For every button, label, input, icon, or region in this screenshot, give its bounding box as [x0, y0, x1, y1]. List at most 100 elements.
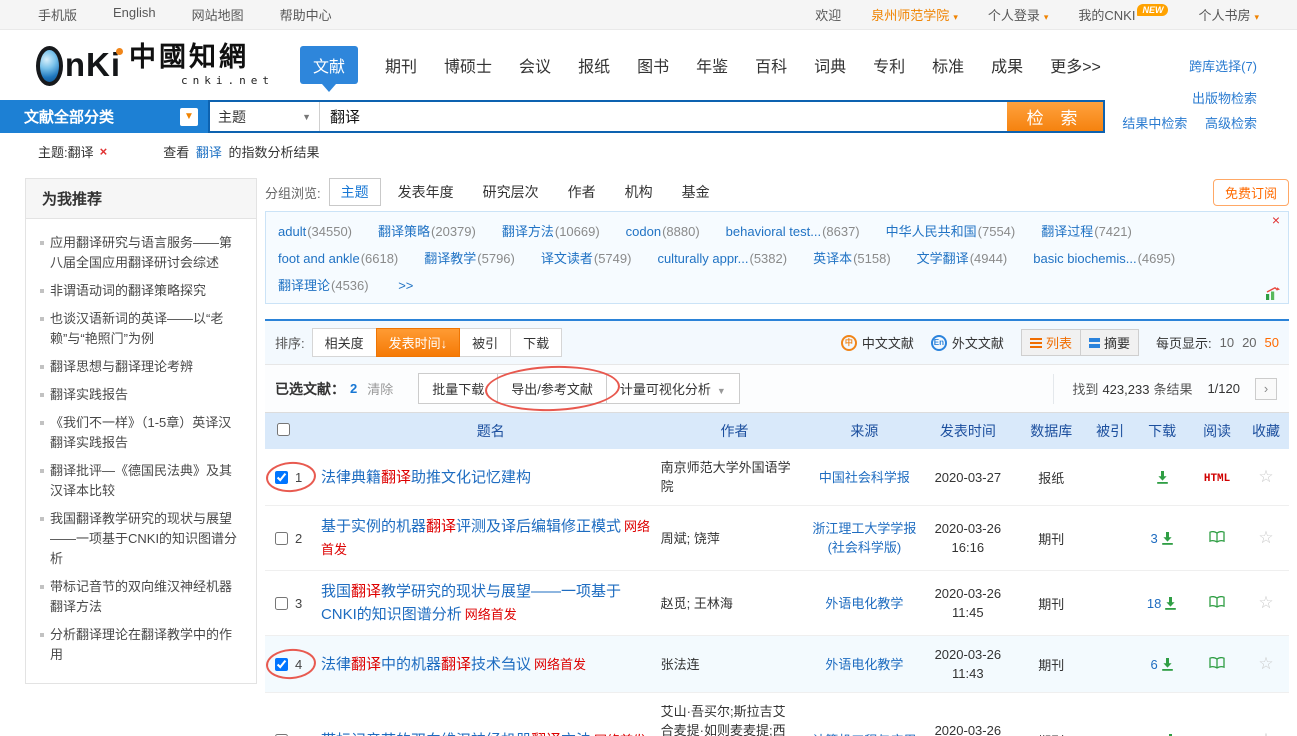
favorite-star-icon[interactable]: ☆: [1243, 593, 1289, 613]
free-subscribe-button[interactable]: 免费订阅: [1213, 179, 1289, 206]
topbar-link[interactable]: 网站地图: [192, 5, 244, 24]
topic-tag-link[interactable]: foot and ankle: [278, 251, 360, 266]
topic-tag[interactable]: basic biochemis...(4695): [1033, 245, 1175, 272]
per-page-option[interactable]: 50: [1265, 335, 1279, 350]
recommend-item[interactable]: 翻译思想与翻译理论考辨: [40, 353, 244, 381]
group-tab[interactable]: 主题: [329, 178, 381, 206]
sort-option[interactable]: 下载: [510, 328, 562, 357]
topic-tag[interactable]: 译文读者(5749): [541, 245, 632, 272]
topic-tag-link[interactable]: 翻译过程: [1041, 224, 1093, 239]
download-button[interactable]: [1161, 532, 1174, 545]
topbar-link[interactable]: English: [113, 5, 156, 24]
source-link[interactable]: 计算机工程与应用: [812, 733, 916, 736]
favorite-star-icon[interactable]: ☆: [1243, 730, 1289, 736]
login-menu[interactable]: 个人登录▾: [988, 5, 1049, 24]
advanced-search-link[interactable]: 高级检索: [1205, 116, 1257, 131]
clear-selection-button[interactable]: 清除: [367, 379, 393, 398]
nav-tab[interactable]: 期刊: [385, 53, 417, 77]
recommend-item[interactable]: 应用翻译研究与语言服务——第八届全国应用翻译研讨会综述: [40, 229, 244, 277]
topic-tag[interactable]: 文学翻译(4944): [917, 245, 1008, 272]
download-button[interactable]: [1156, 471, 1169, 484]
per-page-option[interactable]: 10: [1220, 335, 1234, 350]
group-tab[interactable]: 作者: [556, 178, 608, 206]
result-title-link[interactable]: 法律翻译中的机器翻译技术刍议: [321, 656, 531, 673]
nav-tab[interactable]: 百科: [755, 53, 787, 77]
list-view-button[interactable]: 列表: [1022, 330, 1081, 355]
select-all-checkbox[interactable]: [277, 423, 290, 436]
result-title-link[interactable]: 带标记音节的双向维汉神经机器翻译方法: [321, 732, 591, 736]
batch-download-button[interactable]: 批量下载: [418, 373, 498, 404]
recommend-item[interactable]: 翻译实践报告: [40, 381, 244, 409]
close-icon[interactable]: ×: [1272, 213, 1280, 227]
sort-option[interactable]: 相关度: [312, 328, 377, 357]
recommend-item[interactable]: 分析翻译理论在翻译教学中的作用: [40, 621, 244, 669]
read-online-button[interactable]: [1209, 657, 1225, 672]
topic-tag-link[interactable]: 翻译策略: [378, 224, 430, 239]
recommend-item[interactable]: 也谈汉语新词的英译——以“老赖”与“艳照门”为例: [40, 305, 244, 353]
sort-option[interactable]: 被引: [459, 328, 511, 357]
nav-tab[interactable]: 年鉴: [696, 53, 728, 77]
trend-chart-icon[interactable]: [1265, 286, 1281, 300]
recommend-item[interactable]: 我国翻译教学研究的现状与展望——一项基于CNKI的知识图谱分析: [40, 505, 244, 573]
search-input[interactable]: [320, 102, 1007, 131]
nav-tab[interactable]: 文献: [300, 46, 358, 84]
nav-tab[interactable]: 专利: [873, 53, 905, 77]
row-checkbox[interactable]: [275, 658, 288, 671]
index-analysis-link[interactable]: 翻译: [196, 145, 222, 160]
nav-tab[interactable]: 图书: [637, 53, 669, 77]
topic-tag[interactable]: foot and ankle(6618): [278, 245, 398, 272]
source-link[interactable]: 外语电化教学: [825, 657, 903, 672]
en-docs-toggle[interactable]: En外文文献: [931, 333, 1004, 352]
nav-tab[interactable]: 博硕士: [444, 53, 492, 77]
topic-tag-link[interactable]: basic biochemis...: [1033, 251, 1136, 266]
topic-tag-link[interactable]: culturally appr...: [657, 251, 748, 266]
topic-tag-link[interactable]: 文学翻译: [917, 251, 969, 266]
export-references-button[interactable]: 导出/参考文献: [497, 373, 607, 404]
per-page-option[interactable]: 20: [1242, 335, 1256, 350]
group-tab[interactable]: 研究层次: [471, 178, 551, 206]
group-tab[interactable]: 发表年度: [386, 178, 466, 206]
topic-tag-link[interactable]: 英译本: [813, 251, 852, 266]
download-button[interactable]: [1164, 597, 1177, 610]
recommend-item[interactable]: 《我们不一样》（1-5章）英译汉翻译实践报告: [40, 409, 244, 457]
topic-tag[interactable]: 翻译过程(7421): [1041, 218, 1132, 245]
row-checkbox[interactable]: [275, 597, 288, 610]
topic-tag[interactable]: 中华人民共和国(7554): [886, 218, 1016, 245]
cnki-logo[interactable]: nKi 中國知網 cnki.net: [36, 42, 274, 88]
row-checkbox[interactable]: [275, 532, 288, 545]
result-title-link[interactable]: 法律典籍翻译助推文化记忆建构: [321, 469, 531, 486]
abstract-view-button[interactable]: 摘要: [1081, 330, 1138, 355]
topic-tag[interactable]: culturally appr...(5382): [657, 245, 787, 272]
topic-tag-link[interactable]: behavioral test...: [726, 224, 821, 239]
topic-tag-link[interactable]: adult: [278, 224, 306, 239]
source-link[interactable]: 中国社会科学报: [819, 470, 910, 485]
nav-tab[interactable]: 词典: [814, 53, 846, 77]
topic-tag-link[interactable]: codon: [626, 224, 661, 239]
category-selector[interactable]: 文献全部分类 ▼: [0, 106, 208, 127]
my-cnki-link[interactable]: 我的CNKINEW: [1078, 5, 1168, 24]
nav-tab[interactable]: 成果: [991, 53, 1023, 77]
recommend-item[interactable]: 带标记音节的双向维汉神经机器翻译方法: [40, 573, 244, 621]
cross-db-link[interactable]: 跨库选择(7): [1189, 56, 1257, 75]
read-online-button[interactable]: [1209, 596, 1225, 611]
institution-menu[interactable]: 泉州师范学院▾: [871, 5, 958, 24]
row-checkbox[interactable]: [275, 471, 288, 484]
more-tags-link[interactable]: >>: [398, 278, 413, 293]
html-read-link[interactable]: HTML: [1204, 473, 1230, 485]
topbar-link[interactable]: 手机版: [38, 5, 77, 24]
cn-docs-toggle[interactable]: 中中文文献: [841, 333, 914, 352]
library-menu[interactable]: 个人书房▾: [1198, 5, 1259, 24]
topic-tag-link[interactable]: 翻译方法: [502, 224, 554, 239]
topic-tag[interactable]: adult(34550): [278, 218, 352, 245]
nav-tab[interactable]: 报纸: [578, 53, 610, 77]
topic-tag[interactable]: 翻译策略(20379): [378, 218, 476, 245]
read-online-button[interactable]: [1209, 531, 1225, 546]
favorite-star-icon[interactable]: ☆: [1243, 528, 1289, 548]
topbar-link[interactable]: 帮助中心: [280, 5, 332, 24]
topic-tag-link[interactable]: 译文读者: [541, 251, 593, 266]
sort-option[interactable]: 发表时间↓: [376, 328, 461, 357]
nav-tab[interactable]: 标准: [932, 53, 964, 77]
topic-tag[interactable]: 翻译理论(4536): [278, 272, 369, 299]
topic-tag-link[interactable]: 中华人民共和国: [886, 224, 977, 239]
source-link[interactable]: 外语电化教学: [825, 596, 903, 611]
